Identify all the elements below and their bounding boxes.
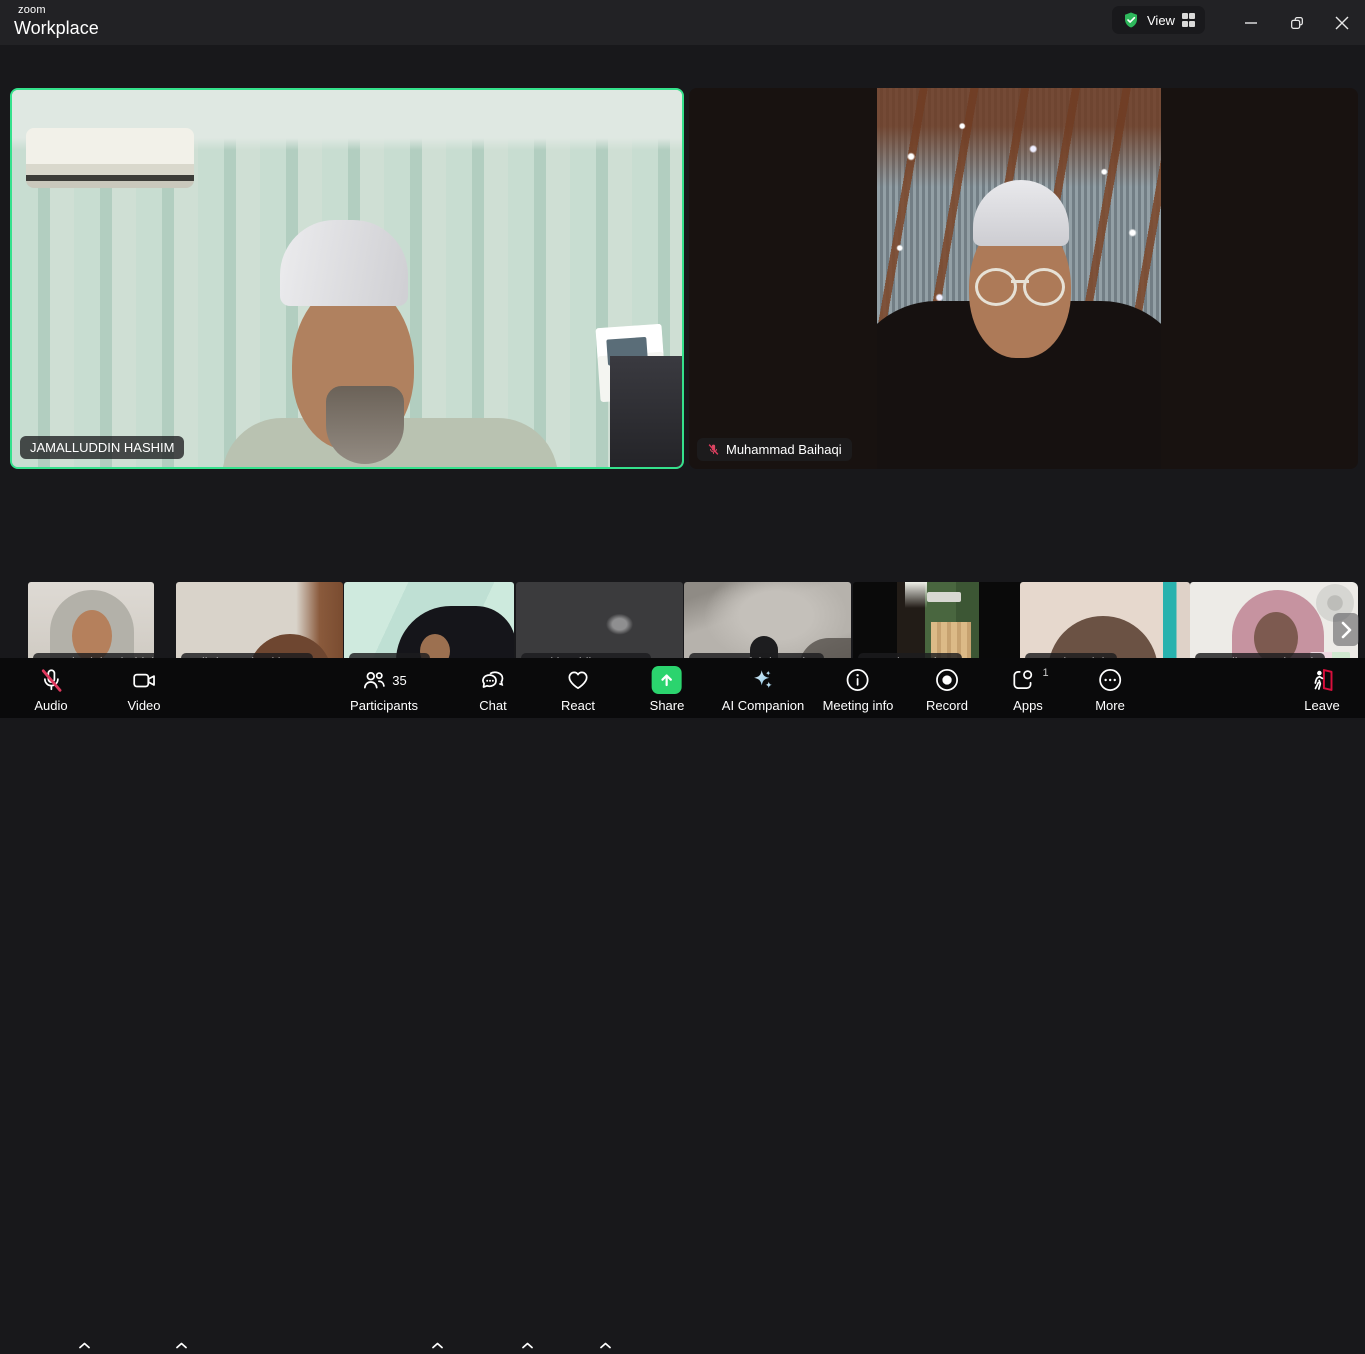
participant-name-label: Muhammad Baihaqi (697, 438, 852, 461)
react-label: React (561, 698, 595, 713)
apps-badge: 1 (1042, 667, 1049, 679)
view-label: View (1147, 12, 1175, 28)
share-screen-icon (651, 666, 682, 694)
chat-bubble-icon (480, 667, 506, 693)
leave-label: Leave (1304, 698, 1340, 713)
record-label: Record (926, 698, 968, 713)
chat-label: Chat (479, 698, 507, 713)
zoom-workplace-logo: zoom Workplace (14, 4, 99, 38)
mic-muted-icon (707, 443, 720, 456)
leave-door-icon (1309, 667, 1335, 693)
apps-icon (1009, 667, 1035, 693)
meeting-info-button[interactable]: Meeting info (822, 666, 894, 713)
video-tile-jamalluddin[interactable]: JAMALLUDDIN HASHIM (10, 88, 684, 469)
participant-name-label: JAMALLUDDIN HASHIM (20, 436, 185, 459)
brand-zoom: zoom (18, 4, 46, 16)
security-shield-icon[interactable] (1122, 11, 1140, 29)
record-icon (934, 667, 960, 693)
apps-label: Apps (1013, 698, 1043, 713)
participants-button[interactable]: 35 Participants (350, 666, 418, 713)
gallery-view-icon (1181, 13, 1196, 27)
participants-label: Participants (350, 698, 418, 713)
video-feed (12, 90, 682, 467)
video-button[interactable]: Video (127, 666, 161, 713)
titlebar: zoom Workplace View (0, 0, 1365, 45)
view-button[interactable]: View (1112, 6, 1206, 34)
ai-companion-button[interactable]: AI Companion (722, 666, 804, 713)
next-participants-button[interactable] (1333, 613, 1359, 646)
brand-workplace: Workplace (14, 18, 99, 38)
participant-name: Muhammad Baihaqi (726, 442, 842, 457)
close-button[interactable] (1319, 0, 1365, 45)
video-label: Video (127, 698, 161, 713)
meeting-toolbar: Audio Video 35 Participants Chat React S… (0, 658, 1365, 1349)
audio-button[interactable]: Audio (34, 666, 68, 713)
minimize-button[interactable] (1228, 0, 1274, 45)
chevron-right-icon (1340, 621, 1352, 639)
mic-muted-icon (38, 667, 64, 693)
heart-icon (565, 667, 591, 693)
record-button[interactable]: Record (926, 666, 968, 713)
leave-button[interactable]: Leave (1304, 666, 1340, 713)
chat-options-caret[interactable] (522, 1336, 533, 1354)
audio-label: Audio (34, 698, 68, 713)
ai-sparkle-icon (750, 667, 776, 693)
more-ellipsis-icon (1097, 667, 1123, 693)
ai-companion-label: AI Companion (721, 698, 805, 713)
audio-options-caret[interactable] (79, 1336, 90, 1354)
video-stage: JAMALLUDDIN HASHIM Muhammad Baihaqi Dwi … (0, 45, 1365, 678)
video-options-caret[interactable] (176, 1336, 187, 1354)
video-camera-icon (131, 667, 157, 693)
info-icon (845, 667, 871, 693)
participants-count: 35 (392, 672, 407, 688)
react-options-caret[interactable] (600, 1336, 611, 1354)
meeting-info-label: Meeting info (822, 698, 894, 713)
chat-button[interactable]: Chat (479, 666, 507, 713)
react-button[interactable]: React (561, 666, 595, 713)
restore-button[interactable] (1274, 0, 1320, 45)
share-button[interactable]: Share (649, 666, 685, 713)
participant-name: JAMALLUDDIN HASHIM (30, 440, 175, 455)
more-button[interactable]: More (1095, 666, 1125, 713)
more-label: More (1095, 698, 1125, 713)
participants-icon (361, 667, 387, 693)
share-label: Share (649, 698, 685, 713)
participants-options-caret[interactable] (432, 1336, 443, 1354)
apps-button[interactable]: 1 Apps (1009, 666, 1049, 713)
video-feed (877, 88, 1161, 469)
video-tile-baihaqi[interactable]: Muhammad Baihaqi (689, 88, 1358, 469)
